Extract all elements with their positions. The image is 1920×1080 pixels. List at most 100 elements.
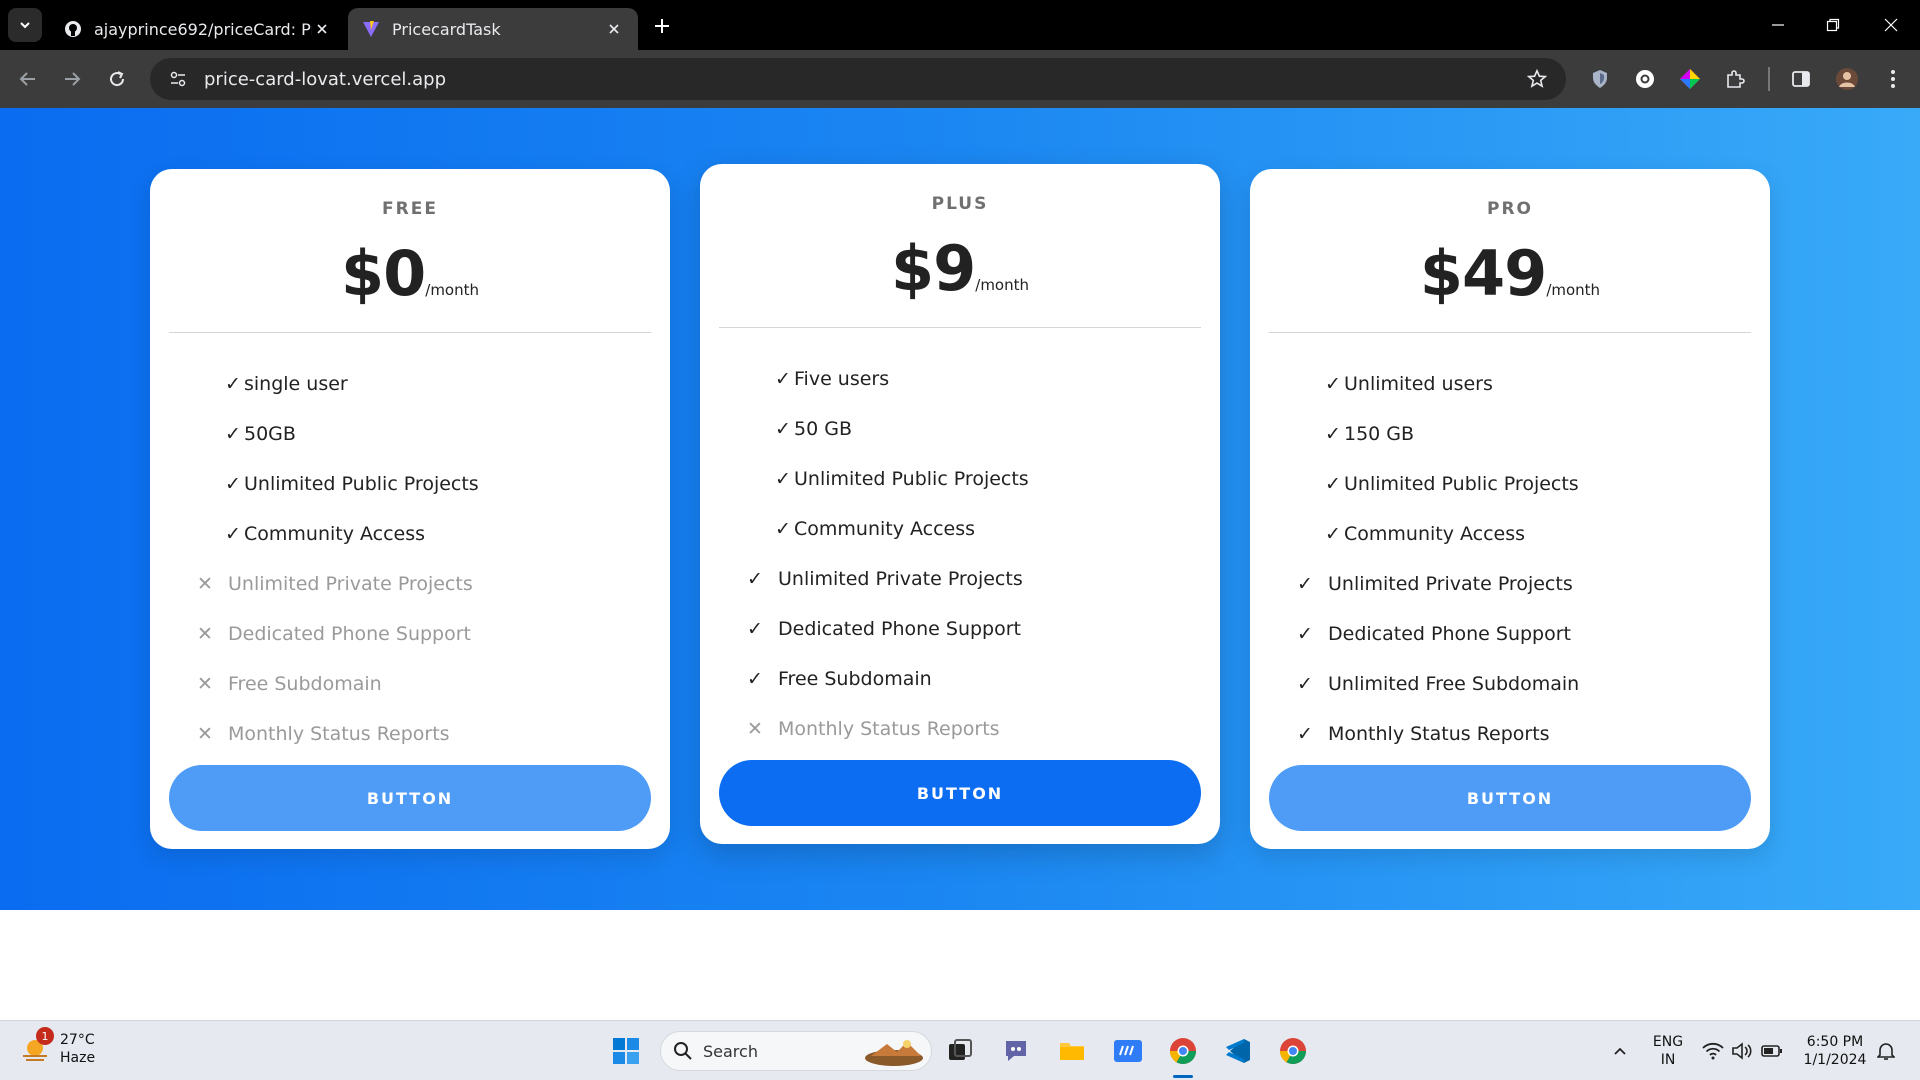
plus-plan-button[interactable]: BUTTON: [719, 760, 1201, 826]
show-hidden-icons-button[interactable]: [1600, 1031, 1640, 1071]
search-icon: [674, 1042, 692, 1060]
myhp-icon: [1114, 1040, 1142, 1062]
feature-item: ✓ Unlimited users: [1250, 359, 1770, 409]
feature-item: ✓ Unlimited Public Projects: [1250, 459, 1770, 509]
close-icon[interactable]: [604, 19, 624, 39]
feature-text: 150 GB: [1344, 423, 1415, 445]
kebab-menu-icon[interactable]: [1878, 64, 1908, 94]
reload-button[interactable]: [102, 64, 132, 94]
feature-text: Unlimited Private Projects: [778, 568, 1023, 590]
feature-item: ✓ Community Access: [700, 504, 1220, 554]
feature-text: Unlimited Public Projects: [1344, 473, 1579, 495]
vscode-button[interactable]: [1218, 1031, 1258, 1071]
chrome-profile-1-button[interactable]: [1163, 1031, 1203, 1071]
chevron-up-icon: [1614, 1047, 1626, 1055]
bookmark-star-icon[interactable]: [1520, 69, 1554, 89]
shield-extension-icon[interactable]: [1585, 64, 1615, 94]
teams-chat-button[interactable]: [996, 1031, 1036, 1071]
language-indicator[interactable]: ENG IN: [1648, 1033, 1688, 1069]
feature-text: Community Access: [244, 523, 426, 545]
vite-icon: [363, 21, 379, 37]
price-period: /month: [1546, 281, 1601, 299]
check-icon: ✓: [1325, 373, 1341, 395]
arrow-left-icon: [19, 72, 35, 86]
feature-item: ✕ Monthly Status Reports: [700, 704, 1220, 754]
reload-icon: [110, 71, 125, 87]
feature-text: Unlimited Public Projects: [794, 468, 1029, 490]
vscode-icon: [1226, 1039, 1250, 1063]
close-icon[interactable]: [312, 19, 332, 39]
cross-icon: ✕: [197, 573, 213, 595]
battery-button[interactable]: [1752, 1031, 1792, 1071]
url-text[interactable]: price-card-lovat.vercel.app: [204, 69, 1520, 90]
circle-extension-icon[interactable]: [1630, 64, 1660, 94]
back-button[interactable]: [13, 64, 43, 94]
minimize-icon: [1772, 24, 1784, 26]
profile-avatar[interactable]: [1832, 64, 1862, 94]
feature-text: Monthly Status Reports: [1328, 723, 1550, 745]
new-tab-button[interactable]: [648, 12, 676, 40]
feature-item: ✓ 50GB: [150, 409, 670, 459]
language-code: ENG: [1652, 1034, 1684, 1050]
search-placeholder: Search: [703, 1041, 758, 1061]
weather-widget[interactable]: 27°C Haze: [20, 1031, 95, 1067]
clock-date: 1/1/2024: [1803, 1052, 1867, 1068]
chrome-profile-2-button[interactable]: [1273, 1031, 1313, 1071]
feature-item: ✓ Dedicated Phone Support: [1250, 609, 1770, 659]
feature-text: Unlimited Private Projects: [228, 573, 473, 595]
check-icon: ✓: [1297, 673, 1313, 695]
site-settings-icon[interactable]: [160, 70, 196, 88]
weather-text: 27°C Haze: [60, 1031, 95, 1067]
pro-plan-button[interactable]: BUTTON: [1269, 765, 1751, 831]
feature-text: 50GB: [244, 423, 296, 445]
clock[interactable]: 6:50 PM 1/1/2024: [1800, 1033, 1870, 1069]
notification-badge: 1: [36, 1027, 54, 1045]
speaker-icon: [1732, 1042, 1752, 1060]
feature-item: ✓ 150 GB: [1250, 409, 1770, 459]
active-app-indicator: [1173, 1075, 1193, 1078]
color-picker-extension-icon[interactable]: [1675, 64, 1705, 94]
feature-item: ✓ Unlimited Free Subdomain: [1250, 659, 1770, 709]
feature-item: ✓ Community Access: [1250, 509, 1770, 559]
check-icon: ✓: [1297, 623, 1313, 645]
taskbar-search[interactable]: Search: [660, 1031, 932, 1071]
minimize-button[interactable]: [1763, 10, 1793, 40]
myhp-button[interactable]: [1108, 1031, 1148, 1071]
bell-icon: [1877, 1043, 1895, 1060]
plan-name: PRO: [1486, 199, 1533, 219]
side-panel-icon[interactable]: [1786, 64, 1816, 94]
pricing-section: FREE $0/month ✓ single user ✓ 50GB ✓ Unlimi…: [0, 108, 1920, 910]
task-view-button[interactable]: [940, 1031, 980, 1071]
feature-text: Monthly Status Reports: [778, 718, 1000, 740]
pricing-card-pro: PRO $49/month ✓ Unlimited users ✓ 150 GB ✓…: [1250, 169, 1770, 849]
check-icon: ✓: [1325, 473, 1341, 495]
notifications-button[interactable]: [1866, 1031, 1906, 1071]
forward-button[interactable]: [57, 64, 87, 94]
start-button[interactable]: [606, 1031, 646, 1071]
feature-text: Dedicated Phone Support: [228, 623, 471, 645]
file-explorer-button[interactable]: [1052, 1031, 1092, 1071]
close-window-button[interactable]: [1876, 10, 1906, 40]
price-row: $9/month: [719, 232, 1201, 305]
check-icon: ✓: [775, 368, 791, 390]
battery-icon: [1761, 1045, 1782, 1057]
toolbar-divider: [1768, 67, 1770, 91]
close-icon: [1884, 18, 1898, 32]
check-icon: ✓: [775, 518, 791, 540]
check-icon: ✓: [775, 418, 791, 440]
browser-tab-strip: ajayprince692/priceCard: Pricec Pricecar…: [0, 0, 1920, 50]
feature-text: Unlimited Free Subdomain: [1328, 673, 1580, 695]
tab-search-button[interactable]: [8, 8, 42, 42]
restore-icon: [1826, 18, 1840, 32]
tab-title: ajayprince692/priceCard: Pricec: [94, 19, 312, 39]
tab-pricecard[interactable]: PricecardTask: [348, 8, 638, 50]
tab-github[interactable]: ajayprince692/priceCard: Pricec: [50, 8, 346, 50]
puzzle-extensions-icon[interactable]: [1720, 64, 1750, 94]
free-plan-button[interactable]: BUTTON: [169, 765, 651, 831]
github-icon: [65, 21, 81, 37]
check-icon: ✓: [1325, 523, 1341, 545]
search-highlight-icon: [865, 1040, 923, 1066]
restore-button[interactable]: [1818, 10, 1848, 40]
address-bar[interactable]: price-card-lovat.vercel.app: [150, 58, 1566, 100]
check-icon: ✓: [1297, 573, 1313, 595]
